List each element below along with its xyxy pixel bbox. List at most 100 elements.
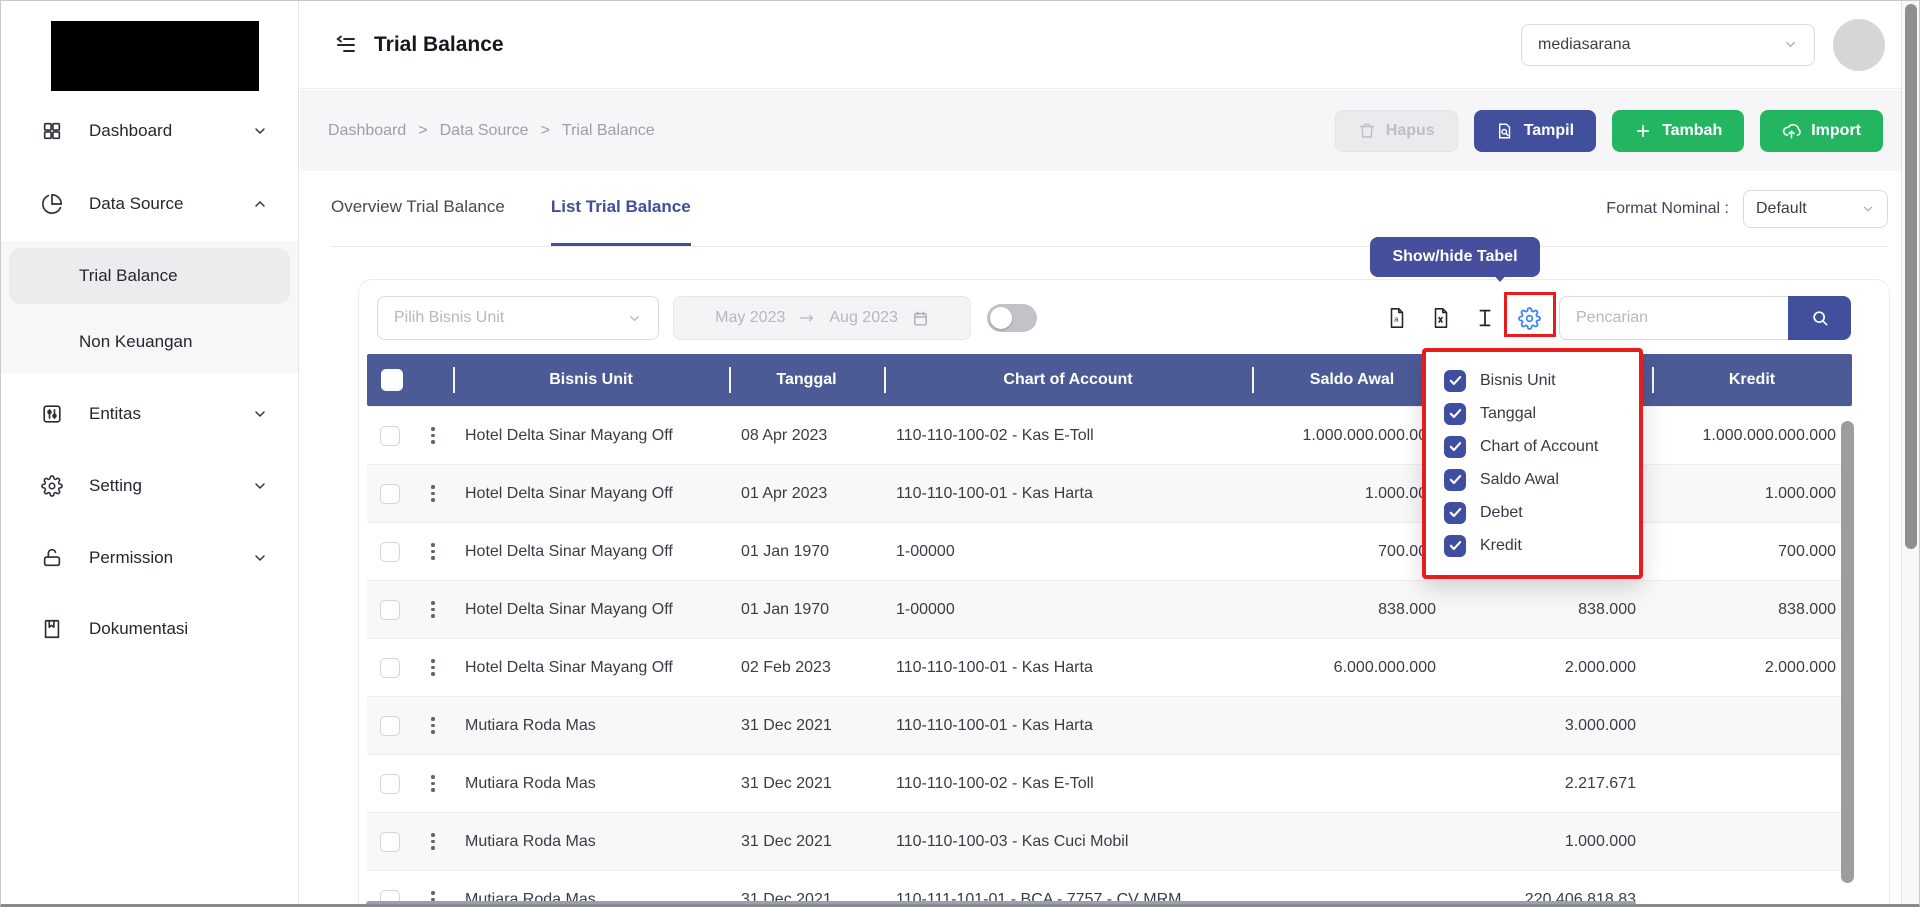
cell-debet: 1.000.000 bbox=[1452, 813, 1652, 870]
row-checkbox[interactable] bbox=[380, 832, 400, 852]
cell-tanggal: 08 Apr 2023 bbox=[729, 407, 884, 464]
header-kredit[interactable]: Kredit bbox=[1652, 354, 1852, 406]
hapus-button[interactable]: Hapus bbox=[1335, 110, 1458, 152]
row-checkbox[interactable] bbox=[380, 890, 400, 907]
export-excel-icon[interactable] bbox=[1430, 307, 1452, 329]
tab-label: Overview Trial Balance bbox=[331, 197, 505, 217]
column-option-bisnis-unit[interactable]: Bisnis Unit bbox=[1426, 364, 1639, 397]
row-checkbox[interactable] bbox=[380, 774, 400, 794]
tambah-button[interactable]: Tambah bbox=[1612, 110, 1744, 152]
tambah-label: Tambah bbox=[1662, 122, 1722, 140]
row-menu-icon[interactable] bbox=[427, 539, 439, 564]
tampil-button[interactable]: Tampil bbox=[1474, 110, 1596, 152]
row-menu-icon[interactable] bbox=[427, 423, 439, 448]
column-option-label: Bisnis Unit bbox=[1480, 372, 1556, 390]
breadcrumb-dashboard[interactable]: Dashboard bbox=[328, 122, 406, 140]
sidebar-item-permission[interactable]: Permission bbox=[1, 534, 298, 582]
avatar[interactable] bbox=[1833, 19, 1885, 71]
table-horizontal-scrollbar[interactable] bbox=[366, 901, 1636, 907]
column-option-saldo-awal[interactable]: Saldo Awal bbox=[1426, 463, 1639, 496]
tooltip-text: Show/hide Tabel bbox=[1392, 248, 1517, 266]
table-vertical-scrollbar[interactable] bbox=[1841, 421, 1854, 883]
cell-bisnis-unit: Mutiara Roda Mas bbox=[453, 755, 729, 812]
row-height-icon[interactable] bbox=[1474, 307, 1496, 329]
format-nominal-select[interactable]: Default bbox=[1743, 190, 1888, 228]
plus-icon bbox=[1634, 122, 1652, 140]
column-option-chart-of-account[interactable]: Chart of Account bbox=[1426, 430, 1639, 463]
sidebar-collapse-icon[interactable] bbox=[334, 33, 358, 57]
breadcrumb-data-source[interactable]: Data Source bbox=[440, 122, 529, 140]
workspace-select[interactable]: mediasarana bbox=[1521, 24, 1815, 66]
export-pdf-icon[interactable]: a bbox=[1386, 307, 1408, 329]
app-window: Dashboard Data Source Trial Balance Non … bbox=[0, 0, 1920, 907]
bisnis-unit-select[interactable]: Pilih Bisnis Unit bbox=[377, 296, 659, 340]
bisnis-unit-placeholder: Pilih Bisnis Unit bbox=[394, 309, 504, 327]
chevron-down-icon bbox=[627, 311, 642, 326]
row-menu-icon[interactable] bbox=[427, 481, 439, 506]
sidebar-item-data-source[interactable]: Data Source bbox=[1, 180, 298, 228]
svg-text:a: a bbox=[1394, 315, 1399, 324]
cell-bisnis-unit: Hotel Delta Sinar Mayang Off bbox=[453, 639, 729, 696]
cell-tanggal: 02 Feb 2023 bbox=[729, 639, 884, 696]
row-menu-icon[interactable] bbox=[427, 713, 439, 738]
sliders-icon bbox=[41, 403, 63, 425]
row-menu-icon[interactable] bbox=[427, 887, 439, 907]
row-menu-icon[interactable] bbox=[427, 597, 439, 622]
checkbox-checked-icon[interactable] bbox=[1444, 502, 1466, 524]
filter-toggle[interactable] bbox=[987, 304, 1037, 332]
sidebar-item-setting[interactable]: Setting bbox=[1, 462, 298, 510]
window-scrollbar-thumb[interactable] bbox=[1905, 4, 1917, 549]
date-range-picker[interactable]: May 2023 Aug 2023 bbox=[673, 296, 971, 340]
row-checkbox[interactable] bbox=[380, 600, 400, 620]
checkbox-checked-icon[interactable] bbox=[1444, 436, 1466, 458]
search-input[interactable] bbox=[1559, 296, 1788, 340]
column-option-label: Debet bbox=[1480, 504, 1523, 522]
header-bisnis-unit[interactable]: Bisnis Unit bbox=[453, 354, 729, 406]
show-hide-table-tooltip: Show/hide Tabel bbox=[1370, 237, 1540, 277]
row-checkbox[interactable] bbox=[380, 542, 400, 562]
import-button[interactable]: Import bbox=[1760, 110, 1883, 152]
cell-chart-of-account: 110-110-100-03 - Kas Cuci Mobil bbox=[884, 813, 1252, 870]
checkbox-checked-icon[interactable] bbox=[1444, 403, 1466, 425]
header-chart-of-account[interactable]: Chart of Account bbox=[884, 354, 1252, 406]
column-option-tanggal[interactable]: Tanggal bbox=[1426, 397, 1639, 430]
arrow-right-icon bbox=[799, 312, 815, 324]
table-row: Mutiara Roda Mas 31 Dec 2021 110-110-100… bbox=[367, 696, 1852, 754]
format-nominal-label: Format Nominal : bbox=[1606, 200, 1729, 218]
cell-chart-of-account: 1-00000 bbox=[884, 581, 1252, 638]
tab-overview-trial-balance[interactable]: Overview Trial Balance bbox=[331, 171, 505, 246]
row-menu-icon[interactable] bbox=[427, 771, 439, 796]
cell-debet: 2.000.000 bbox=[1452, 639, 1652, 696]
cell-kredit bbox=[1652, 871, 1852, 907]
row-checkbox[interactable] bbox=[380, 658, 400, 678]
tab-list-trial-balance[interactable]: List Trial Balance bbox=[551, 171, 691, 246]
gear-icon bbox=[41, 475, 63, 497]
select-all-checkbox[interactable] bbox=[381, 369, 403, 391]
data-source-submenu: Trial Balance Non Keuangan bbox=[1, 241, 298, 373]
checkbox-checked-icon[interactable] bbox=[1444, 535, 1466, 557]
sidebar-item-label: Data Source bbox=[89, 194, 226, 214]
cloud-upload-icon bbox=[1782, 121, 1801, 140]
row-menu-icon[interactable] bbox=[427, 829, 439, 854]
cell-tanggal: 01 Apr 2023 bbox=[729, 465, 884, 522]
search-button[interactable] bbox=[1788, 296, 1851, 340]
sidebar-item-label: Setting bbox=[89, 476, 226, 496]
row-menu-icon[interactable] bbox=[427, 655, 439, 680]
checkbox-checked-icon[interactable] bbox=[1444, 370, 1466, 392]
sidebar-item-entitas[interactable]: Entitas bbox=[1, 390, 298, 438]
row-checkbox[interactable] bbox=[380, 716, 400, 736]
column-option-kredit[interactable]: Kredit bbox=[1426, 529, 1639, 562]
sidebar-item-dashboard[interactable]: Dashboard bbox=[1, 107, 298, 155]
sidebar-item-trial-balance[interactable]: Trial Balance bbox=[9, 248, 290, 304]
row-checkbox[interactable] bbox=[380, 426, 400, 446]
row-checkbox[interactable] bbox=[380, 484, 400, 504]
sidebar-item-dokumentasi[interactable]: Dokumentasi bbox=[1, 605, 298, 653]
show-hide-columns-gear-icon[interactable] bbox=[1518, 307, 1541, 330]
checkbox-checked-icon[interactable] bbox=[1444, 469, 1466, 491]
sidebar-item-label: Permission bbox=[89, 548, 226, 568]
header-tanggal[interactable]: Tanggal bbox=[729, 354, 884, 406]
sidebar-item-non-keuangan[interactable]: Non Keuangan bbox=[9, 314, 290, 370]
cell-debet: 3.000.000 bbox=[1452, 697, 1652, 754]
window-scrollbar-track[interactable] bbox=[1901, 1, 1919, 904]
column-option-debet[interactable]: Debet bbox=[1426, 496, 1639, 529]
